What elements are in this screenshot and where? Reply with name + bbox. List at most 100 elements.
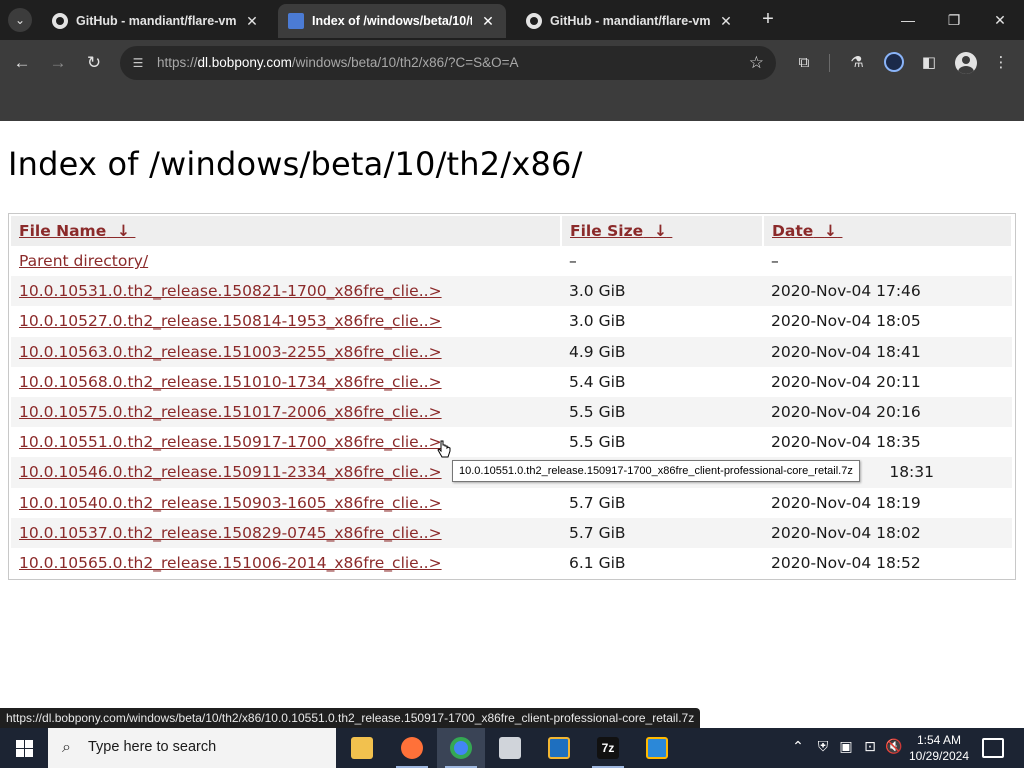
- close-icon[interactable]: ✕: [244, 13, 260, 30]
- taskbar-store[interactable]: [633, 728, 681, 768]
- table-row: 10.0.10565.0.th2_release.151006-2014_x86…: [11, 548, 1012, 578]
- file-link[interactable]: 10.0.10537.0.th2_release.150829-0745_x86…: [19, 524, 442, 542]
- date-cell: 2020-Nov-04 18:41: [763, 336, 1012, 367]
- tab-github-2[interactable]: GitHub - mandiant/flare-vm: A ✕: [516, 4, 744, 38]
- new-tab-button[interactable]: +: [758, 8, 778, 32]
- link-tooltip: 10.0.10551.0.th2_release.150917-1700_x86…: [452, 460, 860, 482]
- directory-listing: File Name ↓ File Size ↓ Date ↓ Parent di…: [8, 213, 1016, 580]
- file-table: File Name ↓ File Size ↓ Date ↓ Parent di…: [11, 216, 1013, 578]
- date-cell: 2020-Nov-04 20:16: [763, 396, 1012, 428]
- close-icon[interactable]: ✕: [480, 13, 496, 30]
- store-icon: [646, 737, 668, 759]
- search-icon: ⌕: [62, 739, 71, 756]
- side-panel-icon[interactable]: ◧: [918, 52, 940, 74]
- tab-github-1[interactable]: GitHub - mandiant/flare-vm: A ✕: [42, 4, 270, 38]
- file-link[interactable]: 10.0.10540.0.th2_release.150903-1605_x86…: [19, 494, 442, 512]
- windows-logo-pane: [16, 749, 24, 757]
- file-link[interactable]: 10.0.10565.0.th2_release.151006-2014_x86…: [19, 554, 442, 572]
- chevron-down-icon: ⌄: [14, 13, 26, 27]
- file-size-cell: 5.4 GiB: [569, 372, 626, 391]
- sort-by-name-link[interactable]: File Name ↓: [19, 222, 135, 240]
- restore-button[interactable]: ❐: [934, 6, 974, 34]
- file-link[interactable]: 10.0.10568.0.th2_release.151010-1734_x86…: [19, 373, 442, 391]
- virtualbox-icon: [548, 737, 570, 759]
- mail-icon: [499, 737, 521, 759]
- taskbar-virtualbox[interactable]: [535, 728, 583, 768]
- notification-center-icon[interactable]: [982, 738, 1004, 758]
- bookmark-star-icon[interactable]: ☆: [749, 53, 764, 73]
- windows-logo-pane: [25, 749, 33, 757]
- search-placeholder: Type here to search: [88, 739, 217, 755]
- file-size-cell: 5.5 GiB: [561, 396, 763, 428]
- file-link[interactable]: 10.0.10546.0.th2_release.150911-2334_x86…: [19, 463, 442, 481]
- table-row: 10.0.10527.0.th2_release.150814-1953_x86…: [11, 306, 1012, 336]
- taskbar-firefox[interactable]: [388, 728, 436, 768]
- arrow-right-icon: →: [49, 53, 67, 72]
- file-name-cell: 10.0.10568.0.th2_release.151010-1734_x86…: [11, 367, 561, 397]
- clock-time: 1:54 AM: [916, 733, 962, 747]
- table-row: 10.0.10537.0.th2_release.150829-0745_x86…: [11, 517, 1012, 548]
- parent-directory-link[interactable]: Parent directory/: [19, 252, 148, 270]
- header-file-name: File Name ↓: [11, 216, 562, 246]
- date-cell: 2020-Nov-04 17:46: [763, 276, 1012, 307]
- url-text[interactable]: https://dl.bobpony.com/windows/beta/10/t…: [157, 55, 518, 70]
- tab-index-of[interactable]: Index of /windows/beta/10/th2 ✕: [278, 4, 506, 38]
- document-icon: [288, 13, 304, 29]
- header-file-size: File Size ↓: [561, 216, 764, 246]
- close-icon: ✕: [994, 12, 1006, 28]
- firefox-icon: [401, 737, 423, 759]
- date-cell: 2020-Nov-04 18:19: [771, 493, 921, 512]
- file-link[interactable]: 10.0.10527.0.th2_release.150814-1953_x86…: [19, 312, 442, 330]
- extensions-icon[interactable]: ⧉: [793, 52, 815, 74]
- menu-kebab-icon[interactable]: ⋮: [990, 52, 1012, 74]
- start-button[interactable]: [0, 728, 48, 768]
- file-name-cell: 10.0.10565.0.th2_release.151006-2014_x86…: [11, 548, 561, 578]
- sort-by-size-link[interactable]: File Size ↓: [570, 222, 672, 240]
- taskbar-mail[interactable]: [486, 728, 534, 768]
- file-link[interactable]: 10.0.10575.0.th2_release.151017-2006_x86…: [19, 403, 442, 421]
- tab-search-button[interactable]: ⌄: [8, 8, 32, 32]
- tab-title: Index of /windows/beta/10/th2: [312, 14, 472, 28]
- network-icon[interactable]: ⊡: [860, 738, 880, 755]
- file-link[interactable]: 10.0.10563.0.th2_release.151003-2255_x86…: [19, 343, 442, 361]
- table-row: 10.0.10568.0.th2_release.151010-1734_x86…: [11, 367, 1012, 397]
- close-window-button[interactable]: ✕: [980, 6, 1020, 34]
- extension-icon[interactable]: [884, 52, 904, 72]
- profile-avatar-icon[interactable]: [955, 52, 977, 74]
- close-icon[interactable]: ✕: [718, 13, 734, 30]
- page-title: Index of /windows/beta/10/th2/x86/: [8, 145, 583, 183]
- url-host: dl.bobpony.com: [197, 55, 292, 70]
- tray-overflow-chevron-icon[interactable]: ⌃: [788, 738, 808, 755]
- file-link[interactable]: 10.0.10531.0.th2_release.150821-1700_x86…: [19, 282, 442, 300]
- file-size-cell: 5.5 GiB: [569, 433, 626, 452]
- address-bar[interactable]: ☰ https://dl.bobpony.com/windows/beta/10…: [120, 46, 776, 80]
- forward-button[interactable]: →: [46, 51, 70, 75]
- file-link[interactable]: 10.0.10551.0.th2_release.150917-1700_x86…: [19, 433, 442, 451]
- chrome-icon: [450, 737, 472, 759]
- windows-taskbar: ⌕ Type here to search 7z ⌃ ⛨ ▣ ⊡ 🔇 1:54 …: [0, 728, 1024, 768]
- file-size-cell: –: [569, 252, 577, 271]
- table-row: 10.0.10575.0.th2_release.151017-2006_x86…: [11, 396, 1012, 428]
- date-cell: 2020-Nov-04 20:11: [771, 372, 921, 391]
- security-warning-icon[interactable]: ⛨: [813, 738, 833, 755]
- labs-flask-icon[interactable]: ⚗: [846, 52, 868, 74]
- table-row-parent: Parent directory/ – –: [11, 246, 1012, 276]
- date-cell: 2020-Nov-04 18:02: [763, 517, 1012, 548]
- taskbar-chrome[interactable]: [437, 728, 485, 768]
- taskbar-clock[interactable]: 1:54 AM 10/29/2024: [906, 732, 972, 764]
- file-name-cell: 10.0.10540.0.th2_release.150903-1605_x86…: [11, 488, 561, 518]
- file-name-cell: 10.0.10527.0.th2_release.150814-1953_x86…: [11, 306, 561, 336]
- volume-muted-icon[interactable]: 🔇: [884, 738, 904, 755]
- reload-button[interactable]: ↻: [82, 51, 106, 75]
- page-content: Index of /windows/beta/10/th2/x86/ File …: [0, 121, 1024, 708]
- minimize-button[interactable]: —: [888, 6, 928, 34]
- back-button[interactable]: ←: [10, 51, 34, 75]
- taskbar-file-explorer[interactable]: [338, 728, 386, 768]
- site-info-icon[interactable]: ☰: [130, 55, 146, 71]
- sort-by-date-link[interactable]: Date ↓: [772, 222, 842, 240]
- vm-device-icon[interactable]: ▣: [836, 738, 856, 755]
- file-name-cell: 10.0.10575.0.th2_release.151017-2006_x86…: [11, 396, 561, 428]
- tab-title: GitHub - mandiant/flare-vm: A: [550, 14, 710, 28]
- taskbar-7zip[interactable]: 7z: [584, 728, 632, 768]
- taskbar-search-box[interactable]: ⌕ Type here to search: [48, 728, 336, 768]
